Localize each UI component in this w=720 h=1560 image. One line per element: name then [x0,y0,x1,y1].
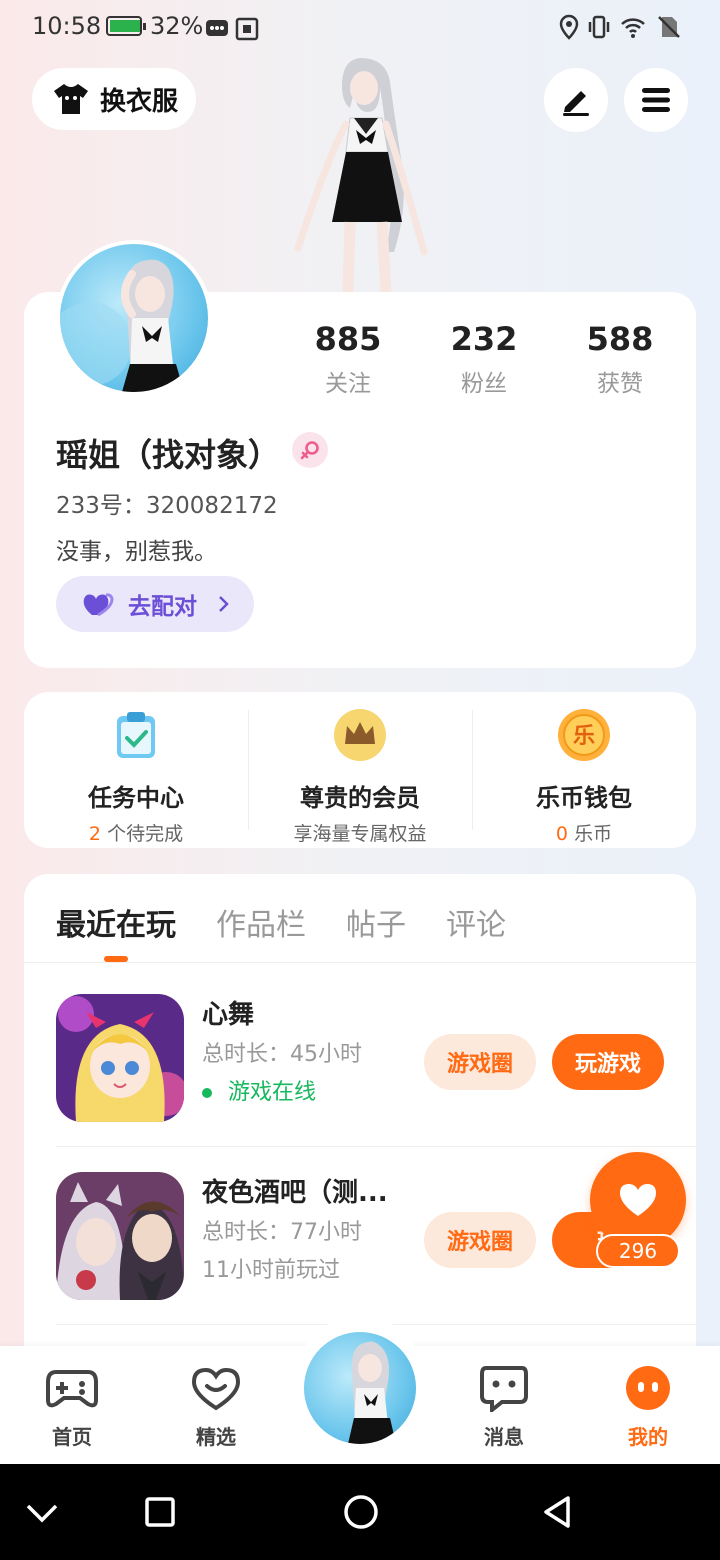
svg-text:乐: 乐 [573,724,595,749]
battery-percent: 32% [150,12,204,40]
tab-recent-games[interactable]: 最近在玩 [56,900,176,944]
stat-value: 232 [450,320,518,358]
profile-face-icon [626,1366,670,1410]
stat-label: 粉丝 [461,371,507,397]
nav-home[interactable]: 首页 [22,1364,122,1450]
game-name: 夜色酒吧（测... [202,1178,388,1208]
screenshot-icon [235,17,259,41]
game-duration: 总时长：45小时 [202,1042,362,1067]
battery-icon [106,16,146,36]
stat-value: 885 [314,320,382,358]
center-avatar-button[interactable] [304,1332,416,1444]
nav-mine[interactable]: 我的 [598,1364,698,1450]
heart-chat-icon [191,1367,241,1411]
tab-comments[interactable]: 评论 [446,900,506,944]
status-time: 10:58 [32,12,102,40]
stat-likes[interactable]: 588 获赞 [552,320,688,398]
double-heart-icon [83,593,114,617]
stat-following[interactable]: 885 关注 [280,320,416,398]
tab-posts[interactable]: 帖子 [346,900,406,944]
change-outfit-button[interactable]: 换衣服 [32,68,196,130]
nav-messages[interactable]: 消息 [454,1364,554,1450]
stat-label: 关注 [325,371,371,397]
clipboard-check-icon [117,712,155,758]
tab-works[interactable]: 作品栏 [216,900,306,944]
service-subtitle: 0 乐币 [555,823,613,845]
stat-value: 588 [586,320,654,358]
game-circle-button[interactable]: 游戏圈 [424,1034,536,1090]
vip-membership[interactable]: 尊贵的会员 享海量专属权益 [248,692,472,848]
recents-square-icon[interactable] [136,1488,184,1536]
game-status: 游戏在线 [202,1074,316,1106]
service-title: 尊贵的会员 [300,784,420,812]
nav-label: 首页 [52,1425,92,1449]
service-title: 乐币钱包 [536,784,632,812]
service-title: 任务中心 [88,784,184,812]
match-button[interactable]: 去配对 [56,576,254,632]
profile-tabs: 最近在玩 作品栏 帖子 评论 [56,900,506,944]
system-nav-bar [0,1464,720,1560]
user-id: 233号：320082172 [56,493,278,519]
game-last-played: 11小时前玩过 [202,1258,340,1283]
like-count-badge: 296 [596,1234,680,1268]
user-bio: 没事，别惹我。 [56,539,217,565]
avatar-figure-image[interactable] [290,52,440,292]
game-icon-night-bar[interactable] [56,1172,184,1300]
tshirt-icon [54,84,88,114]
task-center[interactable]: 任务中心 2 个待完成 [24,692,248,848]
back-triangle-icon[interactable] [534,1488,582,1536]
chevron-right-icon [219,596,229,612]
change-outfit-label: 换衣服 [100,86,179,117]
coin-wallet[interactable]: 乐 乐币钱包 0 乐币 [472,692,696,848]
game-row[interactable]: 心舞 总时长：45小时 游戏在线 游戏圈 玩游戏 [56,962,696,1138]
location-icon [559,14,579,40]
service-subtitle: 享海量专属权益 [293,823,427,845]
online-dot-icon [202,1088,212,1098]
vibrate-icon [588,15,610,39]
message-notification-icon [206,20,228,36]
hamburger-menu-icon [642,88,670,112]
nav-label: 我的 [628,1425,668,1449]
message-icon [480,1366,528,1415]
service-subtitle: 2 个待完成 [88,823,184,845]
home-circle-icon[interactable] [337,1488,385,1536]
username: 瑶姐（找对象） [56,436,281,474]
play-game-button[interactable]: 玩游戏 [552,1034,664,1090]
nav-label: 精选 [196,1425,236,1449]
edit-profile-button[interactable] [544,68,608,132]
coin-le-icon: 乐 [558,709,610,761]
nav-label: 消息 [484,1425,524,1449]
game-circle-button[interactable]: 游戏圈 [424,1212,536,1268]
profile-avatar[interactable] [56,240,212,396]
game-icon-xinwu[interactable] [56,994,184,1122]
profile-stats: 885 关注 232 粉丝 588 获赞 [280,320,688,398]
wifi-icon [621,18,645,38]
game-duration: 总时长：77小时 [202,1220,362,1245]
menu-button[interactable] [624,68,688,132]
heart-icon [620,1184,656,1216]
services-card: 任务中心 2 个待完成 尊贵的会员 享海量专属权益 乐 乐币钱包 0 乐币 [24,692,696,848]
collapse-chevron-icon[interactable] [18,1488,66,1536]
match-label: 去配对 [128,594,197,620]
pencil-icon [563,91,589,116]
female-icon [292,432,328,468]
gamepad-icon [46,1370,98,1408]
crown-icon [334,709,386,761]
game-name: 心舞 [202,1000,255,1030]
stat-followers[interactable]: 232 粉丝 [416,320,552,398]
status-bar: 10:58 32% [0,0,720,56]
nav-featured[interactable]: 精选 [166,1364,266,1450]
stat-label: 获赞 [597,371,643,397]
no-sim-icon [658,16,680,38]
